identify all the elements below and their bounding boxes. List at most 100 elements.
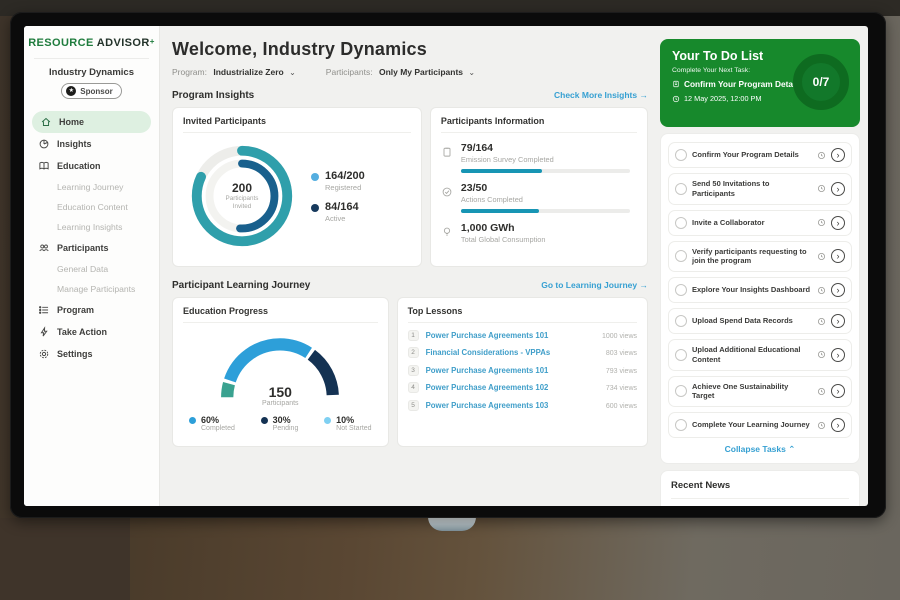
sidebar-item-general-data[interactable]: General Data: [24, 259, 159, 279]
task-checkbox[interactable]: [675, 315, 687, 327]
section-title: Participant Learning Journey: [172, 280, 310, 291]
lesson-link[interactable]: Power Purchase Agreements 101: [426, 331, 595, 340]
clock-icon: [817, 421, 826, 430]
chevron-right-icon[interactable]: ›: [831, 314, 845, 328]
sidebar-item-education[interactable]: Education: [24, 155, 159, 177]
arrow-right-icon: →: [640, 90, 649, 100]
progress-track: [461, 169, 630, 173]
task-checkbox[interactable]: [675, 419, 687, 431]
clock-icon: [817, 151, 826, 160]
clock-icon: [817, 218, 826, 227]
lesson-rank: 4: [408, 382, 419, 393]
top-lessons-card: Top Lessons 1 Power Purchase Agreements …: [397, 297, 648, 447]
chevron-right-icon[interactable]: ›: [831, 348, 845, 362]
legend-pct: 10%: [336, 415, 371, 425]
lesson-link[interactable]: Financial Considerations - VPPAs: [426, 348, 599, 357]
logo-plus: +: [150, 37, 155, 46]
task-checkbox[interactable]: [675, 284, 687, 296]
todo-tasks-card: Confirm Your Program Details › Send 50 I…: [660, 133, 860, 464]
task-checkbox[interactable]: [675, 149, 687, 161]
program-filter: Program: Industrialize Zero ⌄: [172, 67, 296, 77]
task-checkbox[interactable]: [675, 250, 687, 262]
lesson-views: 1000: [602, 333, 618, 340]
gauge-center-caption: Participants: [214, 400, 346, 407]
background-wall-shadow: [0, 518, 130, 600]
participants-filter: Participants: Only My Participants ⌄: [326, 67, 475, 77]
sidebar: RESOURCE ADVISOR+ Industry Dynamics ★ Sp…: [24, 26, 160, 506]
chevron-down-icon[interactable]: ⌄: [289, 68, 296, 77]
stat-row: 23/50 Actions Completed: [441, 182, 637, 213]
page-title: Welcome, Industry Dynamics: [172, 39, 648, 60]
sidebar-item-home[interactable]: Home: [32, 111, 151, 133]
chevron-right-icon[interactable]: ›: [831, 249, 845, 263]
participants-filter-value[interactable]: Only My Participants: [379, 67, 463, 77]
chevron-down-icon[interactable]: ⌄: [468, 68, 475, 77]
lesson-views: 734: [606, 385, 618, 392]
lesson-link[interactable]: Power Purchase Agreements 101: [426, 366, 599, 375]
stat-row: 79/164 Emission Survey Completed: [441, 142, 637, 173]
chevron-right-icon[interactable]: ›: [831, 418, 845, 432]
donut-center-value: 200: [232, 181, 252, 195]
task-label: Send 50 Invitations to Participants: [692, 179, 812, 199]
collapse-tasks-link[interactable]: Collapse Tasks ⌃: [668, 444, 852, 455]
task-row[interactable]: Confirm Your Program Details ›: [668, 142, 852, 168]
lesson-link[interactable]: Power Purchase Agreements 103: [426, 401, 599, 410]
task-checkbox[interactable]: [675, 349, 687, 361]
legend-dot-completed: [189, 417, 196, 424]
invited-donut-chart: 200 Participants Invited: [183, 137, 301, 255]
task-checkbox[interactable]: [675, 217, 687, 229]
task-row[interactable]: Upload Additional Educational Content ›: [668, 339, 852, 371]
sidebar-item-insights[interactable]: Insights: [24, 133, 159, 155]
task-row[interactable]: Verify participants requesting to join t…: [668, 241, 852, 273]
survey-clipboard-icon: [441, 146, 453, 158]
sidebar-item-label: Education Content: [57, 202, 128, 212]
sidebar-item-label: Settings: [57, 349, 93, 359]
education-icon: [38, 160, 50, 172]
divider: [34, 58, 149, 59]
sidebar-item-education-content[interactable]: Education Content: [24, 197, 159, 217]
sidebar-item-program[interactable]: Program: [24, 299, 159, 321]
education-progress-card: Education Progress 150 Participants: [172, 297, 389, 447]
participants-filter-label: Participants:: [326, 67, 373, 77]
go-to-learning-journey-link[interactable]: Go to Learning Journey →: [541, 280, 648, 290]
sidebar-item-settings[interactable]: Settings: [24, 343, 159, 365]
sidebar-item-take-action[interactable]: Take Action: [24, 321, 159, 343]
lesson-link[interactable]: Power Purchase Agreements 102: [426, 383, 599, 392]
task-row[interactable]: Achieve One Sustainability Target ›: [668, 376, 852, 408]
chevron-right-icon[interactable]: ›: [831, 148, 845, 162]
sidebar-item-participants[interactable]: Participants: [24, 237, 159, 259]
sidebar-item-learning-journey[interactable]: Learning Journey: [24, 177, 159, 197]
sponsor-badge[interactable]: ★ Sponsor: [61, 83, 121, 99]
task-row[interactable]: Upload Spend Data Records ›: [668, 308, 852, 334]
card-title: Education Progress: [183, 306, 378, 323]
progress-track: [461, 209, 630, 213]
filter-bar: Program: Industrialize Zero ⌄ Participan…: [172, 67, 648, 77]
donut-legend: 164/200 Registered 84/164 Active: [311, 161, 365, 232]
task-checkbox[interactable]: [675, 385, 687, 397]
stat-label: Actions Completed: [461, 195, 637, 204]
legend-label: Not Started: [336, 425, 371, 432]
card-title: Participants Information: [441, 116, 637, 133]
chevron-right-icon[interactable]: ›: [831, 182, 845, 196]
chevron-right-icon[interactable]: ›: [831, 384, 845, 398]
task-row[interactable]: Send 50 Invitations to Participants ›: [668, 173, 852, 205]
chevron-right-icon[interactable]: ›: [831, 283, 845, 297]
chevron-right-icon[interactable]: ›: [831, 216, 845, 230]
card-title: Invited Participants: [183, 116, 411, 133]
sidebar-menu: Home Insights Education Learning Journey…: [24, 111, 159, 365]
task-row[interactable]: Invite a Collaborator ›: [668, 210, 852, 236]
task-checkbox[interactable]: [675, 183, 687, 195]
sidebar-item-label: Learning Insights: [57, 222, 122, 232]
sidebar-item-label: Home: [59, 117, 84, 127]
lesson-views: 803: [606, 350, 618, 357]
caret-up-icon: ⌃: [788, 444, 795, 454]
task-row[interactable]: Explore Your Insights Dashboard ›: [668, 277, 852, 303]
task-row[interactable]: Complete Your Learning Journey ›: [668, 412, 852, 438]
program-filter-value[interactable]: Industrialize Zero: [213, 67, 283, 77]
stat-row: 1,000 GWh Total Global Consumption: [441, 222, 637, 244]
sidebar-item-learning-insights[interactable]: Learning Insights: [24, 217, 159, 237]
recent-news-card: Recent News: [660, 470, 860, 506]
sidebar-item-manage-participants[interactable]: Manage Participants: [24, 279, 159, 299]
check-more-insights-link[interactable]: Check More Insights →: [554, 90, 648, 100]
lesson-rank: 3: [408, 365, 419, 376]
